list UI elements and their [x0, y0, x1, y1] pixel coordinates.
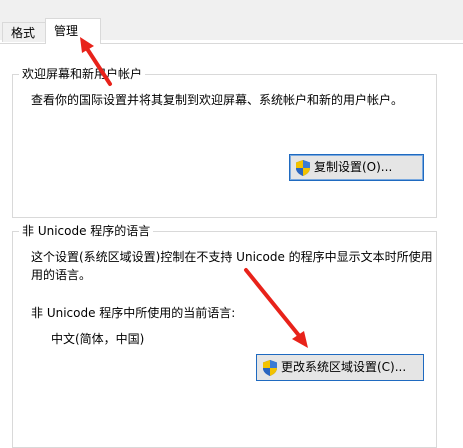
uac-shield-icon	[263, 359, 277, 376]
welcome-group-legend: 欢迎屏幕和新用户帐户	[19, 66, 146, 82]
copy-settings-button[interactable]: 复制设置(O)...	[289, 154, 424, 181]
welcome-screen-group: 欢迎屏幕和新用户帐户 查看你的国际设置并将其复制到欢迎屏幕、系统帐户和新的用户帐…	[12, 66, 437, 218]
copy-settings-label: 复制设置(O)...	[314, 160, 393, 174]
welcome-description: 查看你的国际设置并将其复制到欢迎屏幕、系统帐户和新的用户帐户。	[31, 93, 404, 107]
tab-content: 欢迎屏幕和新用户帐户 查看你的国际设置并将其复制到欢迎屏幕、系统帐户和新的用户帐…	[0, 43, 463, 448]
change-system-locale-label: 更改系统区域设置(C)...	[281, 360, 407, 374]
current-language-label: 非 Unicode 程序中所使用的当前语言:	[31, 306, 236, 320]
tab-administrative[interactable]: 管理	[45, 18, 101, 44]
tab-format[interactable]: 格式	[2, 22, 46, 42]
non-unicode-group: 非 Unicode 程序的语言 这个设置(系统区域设置)控制在不支持 Unico…	[12, 223, 437, 448]
non-unicode-group-legend: 非 Unicode 程序的语言	[19, 223, 154, 239]
uac-shield-icon	[296, 159, 310, 176]
non-unicode-description-line2: 用的语言。	[31, 268, 92, 282]
change-system-locale-button[interactable]: 更改系统区域设置(C)...	[256, 354, 424, 381]
non-unicode-description-line1: 这个设置(系统区域设置)控制在不支持 Unicode 的程序中显示文本时所使用	[31, 250, 433, 264]
current-language-value: 中文(简体，中国)	[51, 332, 145, 346]
tab-strip: 格式 管理	[0, 0, 463, 44]
